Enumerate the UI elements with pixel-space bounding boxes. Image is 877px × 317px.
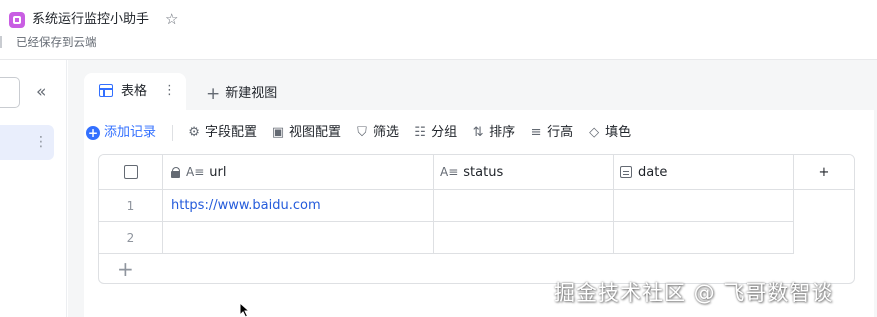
group-label: 分组 — [431, 125, 458, 140]
collapse-sidebar-icon[interactable]: « — [36, 82, 46, 102]
view-settings-icon: ▣ — [271, 125, 285, 140]
column-label: status — [463, 164, 504, 180]
status-cell[interactable] — [434, 190, 614, 222]
row-index: 1 — [99, 190, 163, 222]
sort-label: 排序 — [489, 125, 516, 140]
top-header: 系统运行监控小助手 ☆ 已经保存到云端 — [0, 0, 877, 60]
column-label: date — [638, 164, 668, 180]
plus-icon: + — [206, 84, 221, 104]
sidebar-search-input[interactable] — [0, 77, 20, 108]
row-height-icon: ≡ — [530, 125, 542, 140]
add-record-button[interactable]: + 添加记录 — [86, 124, 156, 142]
sort-icon: ⇅ — [472, 125, 484, 140]
filter-button[interactable]: ⛉ 筛选 — [355, 124, 399, 142]
new-view-button[interactable]: + 新建视图 — [206, 84, 277, 104]
row-height-label: 行高 — [547, 125, 574, 140]
data-grid: A≡ url A≡ status date + 1 https://www.ba… — [98, 154, 855, 284]
new-view-label: 新建视图 — [225, 86, 278, 101]
cursor-arrow-icon — [239, 302, 251, 317]
group-button[interactable]: ☷ 分组 — [413, 124, 457, 142]
tab-label: 表格 — [121, 84, 148, 99]
row-filler — [794, 222, 854, 254]
star-icon[interactable]: ☆ — [165, 10, 178, 28]
tab-more-icon[interactable]: ⋮ — [163, 82, 176, 100]
date-cell[interactable] — [614, 190, 794, 222]
tab-table-view[interactable]: 表格 ⋮ — [84, 73, 186, 110]
select-all-checkbox[interactable] — [123, 165, 138, 179]
column-header-date[interactable]: date — [614, 155, 794, 190]
column-label: url — [209, 164, 227, 180]
status-cell[interactable] — [434, 222, 614, 254]
fill-color-label: 填色 — [605, 125, 632, 140]
text-field-icon: A≡ — [440, 165, 459, 179]
app-title[interactable]: 系统运行监控小助手 — [32, 11, 149, 29]
table-row[interactable]: 2 — [99, 222, 854, 254]
more-options-icon[interactable]: ⋮ — [34, 131, 48, 153]
lock-icon — [171, 166, 181, 178]
add-circle-icon: + — [86, 126, 100, 140]
date-field-icon — [620, 166, 632, 178]
table-row[interactable]: 1 https://www.baidu.com — [99, 190, 854, 222]
select-all-cell[interactable] — [99, 155, 163, 190]
table-icon — [99, 84, 113, 97]
field-config-button[interactable]: ⚙ 字段配置 — [187, 124, 257, 142]
sort-button[interactable]: ⇅ 排序 — [471, 124, 515, 142]
status-divider — [0, 36, 2, 48]
group-icon: ☷ — [414, 125, 426, 140]
row-index: 2 — [99, 222, 163, 254]
view-config-button[interactable]: ▣ 视图配置 — [271, 124, 341, 142]
column-header-url[interactable]: A≡ url — [163, 155, 434, 190]
url-cell[interactable] — [163, 222, 434, 254]
paint-bucket-icon: ◇ — [589, 125, 600, 140]
url-cell[interactable]: https://www.baidu.com — [163, 190, 434, 222]
filter-label: 筛选 — [373, 125, 400, 140]
watermark-text: 掘金技术社区 @ 飞哥数智谈 — [554, 281, 834, 305]
text-field-icon: A≡ — [186, 165, 205, 179]
row-filler — [794, 190, 854, 222]
toolbar-divider — [172, 125, 174, 141]
add-column-button[interactable]: + — [794, 155, 854, 190]
sidebar: « ⋮ — [0, 60, 67, 317]
header-row: A≡ url A≡ status date + — [99, 155, 854, 190]
add-row-button[interactable]: + — [117, 259, 134, 279]
row-height-button[interactable]: ≡ 行高 — [529, 124, 573, 142]
gear-icon: ⚙ — [188, 125, 200, 140]
column-header-status[interactable]: A≡ status — [434, 155, 614, 190]
view-toolbar: + 添加记录 ⚙ 字段配置 ▣ 视图配置 ⛉ 筛选 ☷ 分组 ⇅ 排序 ≡ 行高 — [86, 122, 645, 144]
sidebar-item-active[interactable]: ⋮ — [0, 125, 54, 160]
fill-color-button[interactable]: ◇ 填色 — [587, 124, 631, 142]
view-config-label: 视图配置 — [289, 125, 342, 140]
save-status: 已经保存到云端 — [16, 35, 97, 49]
add-record-label: 添加记录 — [104, 125, 157, 140]
app-icon — [9, 12, 25, 28]
url-link[interactable]: https://www.baidu.com — [171, 198, 321, 213]
field-config-label: 字段配置 — [205, 125, 258, 140]
date-cell[interactable] — [614, 222, 794, 254]
filter-icon: ⛉ — [357, 125, 367, 140]
